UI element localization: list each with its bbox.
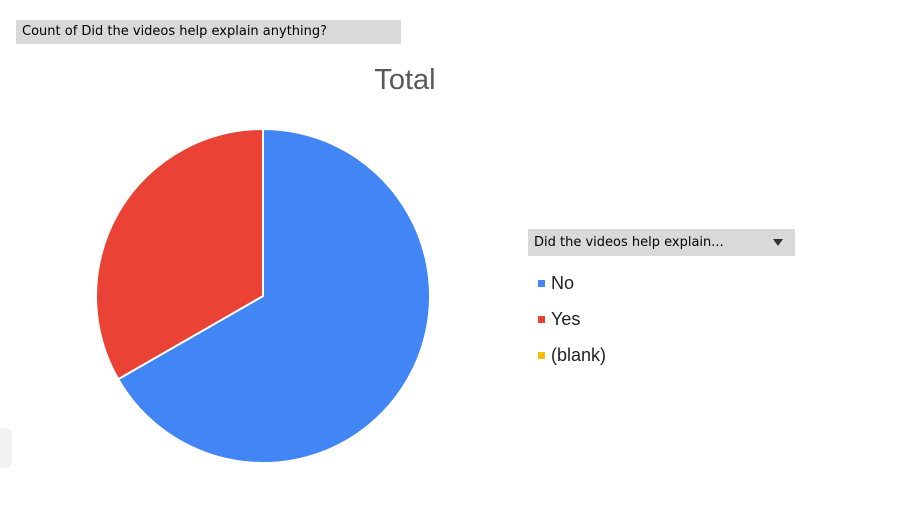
legend-item-yes: Yes [538,301,606,337]
legend-swatch-yes [538,315,545,323]
legend-filter-label: Did the videos help explain... [534,235,724,250]
legend-label-yes: Yes [551,308,581,329]
legend-swatch-blank [538,351,545,359]
legend-swatch-no [538,279,545,287]
pie-chart [95,127,431,464]
side-panel-handle[interactable] [0,428,12,468]
legend-filter-button[interactable]: Did the videos help explain... [528,229,795,256]
legend: No Yes (blank) [538,265,606,373]
legend-item-blank: (blank) [538,337,606,373]
legend-label-no: No [551,272,575,293]
legend-item-no: No [538,265,606,301]
dropdown-arrow-icon[interactable] [773,239,783,246]
legend-label-blank: (blank) [551,344,607,365]
